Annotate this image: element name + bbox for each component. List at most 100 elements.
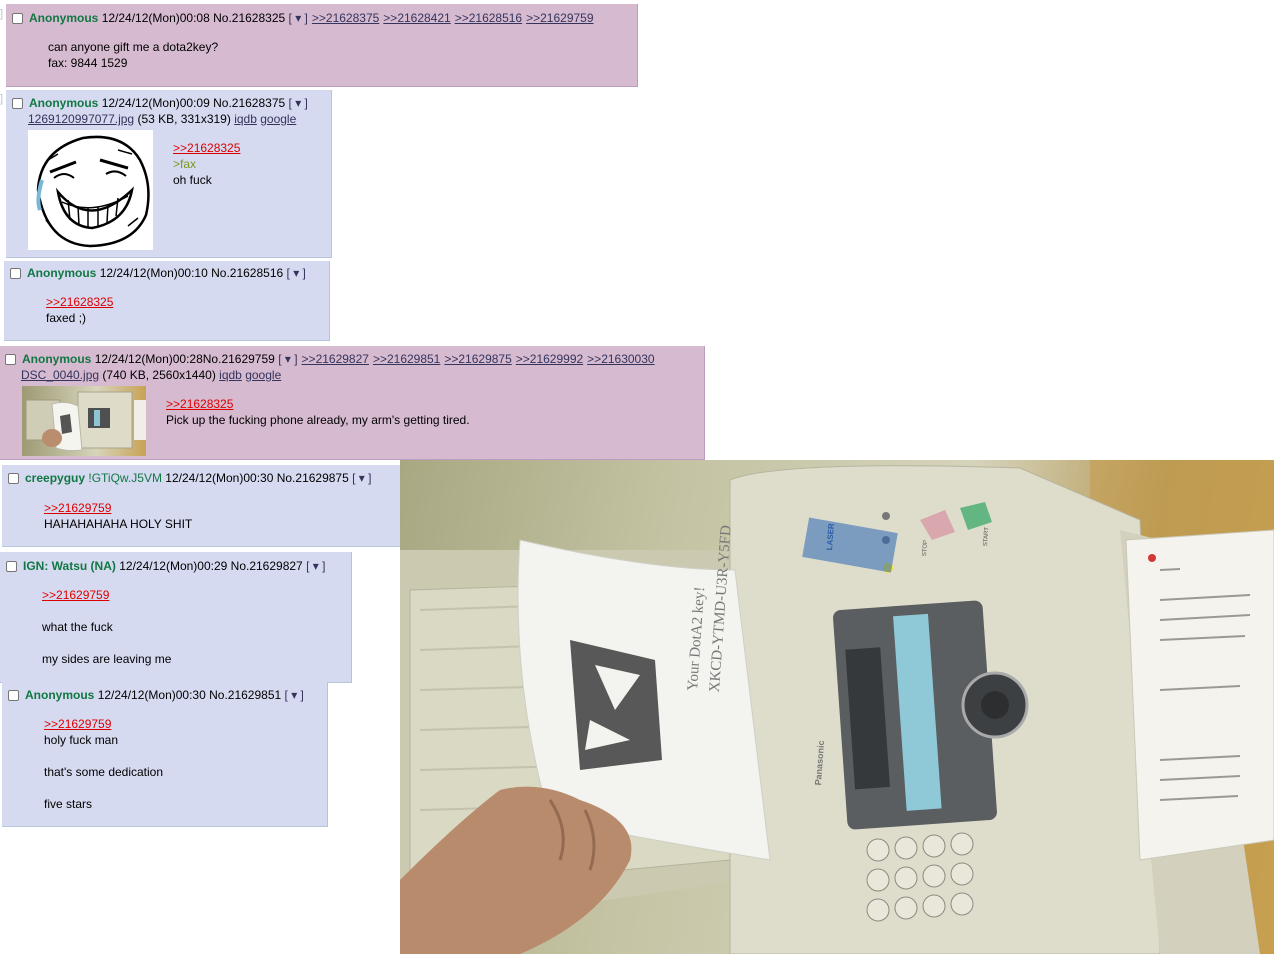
post-number[interactable]: No.21628516 [211, 266, 283, 280]
backlink[interactable]: >>21629875 [444, 352, 511, 366]
backlink[interactable]: >>21628516 [455, 11, 522, 25]
post-message: >>21629759 holy fuck man that's some ded… [44, 716, 163, 812]
file-info: 1269120997077.jpg (53 KB, 331x319) iqdb … [28, 111, 296, 127]
post-number[interactable]: No.21628375 [213, 96, 285, 110]
post-message: >>21628325 >fax oh fuck [173, 140, 240, 188]
post-menu-button[interactable]: [ ▾ ] [289, 96, 308, 110]
post-number[interactable]: No.21629827 [231, 559, 303, 573]
post-number[interactable]: No.21629875 [277, 471, 349, 485]
post-message: >>21628325 Pick up the fucking phone alr… [166, 396, 470, 428]
post-21628375: Anonymous 12/24/12(Mon)00:09 No.21628375… [6, 90, 332, 258]
poster-tripcode: !GTiQw.J5VM [88, 471, 162, 485]
post-number[interactable]: No.21629851 [209, 688, 281, 702]
post-datetime: 12/24/12(Mon)00:09 [101, 96, 210, 110]
poster-name: Anonymous [29, 96, 99, 110]
file-meta: (53 KB, 331x319) [137, 112, 231, 126]
quote-link[interactable]: >>21628325 [166, 397, 233, 411]
post-menu-button[interactable]: [ ▾ ] [306, 559, 325, 573]
post-datetime: 12/24/12(Mon)00:08 [101, 11, 210, 25]
post-select-checkbox[interactable] [6, 561, 17, 572]
poster-name: Anonymous [22, 352, 92, 366]
post-select-checkbox[interactable] [8, 473, 19, 484]
message-line: can anyone gift me a dota2key? [48, 40, 219, 54]
message-line: HAHAHAHAHA HOLY SHIT [44, 517, 193, 531]
backlink[interactable]: >>21630030 [587, 352, 654, 366]
post-menu-button[interactable]: [ ▾ ] [352, 471, 371, 485]
iqdb-link[interactable]: iqdb [234, 112, 257, 126]
file-link[interactable]: DSC_0040.jpg [21, 368, 99, 382]
message-line: my sides are leaving me [42, 652, 172, 666]
post-message: >>21629759 what the fuck my sides are le… [42, 587, 171, 667]
file-meta: (740 KB, 2560x1440) [102, 368, 216, 382]
post-message: can anyone gift me a dota2key? fax: 9844… [48, 39, 218, 71]
file-info: DSC_0040.jpg (740 KB, 2560x1440) iqdb go… [21, 367, 281, 383]
post-21629759: Anonymous 12/24/12(Mon)00:28No.21629759 … [0, 346, 705, 460]
quote-link[interactable]: >>21629759 [42, 588, 109, 602]
poster-name: Anonymous [27, 266, 97, 280]
quote-link[interactable]: >>21629759 [44, 501, 111, 515]
fax-laser-label: LASER [825, 522, 836, 551]
post-number[interactable]: No.21629759 [203, 352, 275, 366]
message-line: oh fuck [173, 173, 212, 187]
greentext-line: >fax [173, 157, 197, 171]
quote-link[interactable]: >>21629759 [44, 717, 111, 731]
backlink[interactable]: >>21628375 [312, 11, 379, 25]
backlink[interactable]: >>21629992 [516, 352, 583, 366]
backlink[interactable]: >>21629759 [526, 11, 593, 25]
fax-stop-label: STOP [922, 539, 930, 557]
fax-machine-photo[interactable]: Your DotA2 key! XKCD-YTMD-U3R-Y5FD Panas… [400, 460, 1274, 954]
message-line: Pick up the fucking phone already, my ar… [166, 413, 470, 427]
message-line: that's some dedication [44, 765, 164, 779]
post-datetime: 12/24/12(Mon)00:30 [165, 471, 274, 485]
google-link[interactable]: google [245, 368, 281, 382]
post-datetime: 12/24/12(Mon)00:29 [119, 559, 228, 573]
message-line: what the fuck [42, 620, 113, 634]
poster-name: Anonymous [25, 688, 95, 702]
post-header: Anonymous 12/24/12(Mon)00:30 No.21629851… [8, 687, 304, 703]
post-menu-button[interactable]: [ ▾ ] [278, 352, 297, 366]
backlink[interactable]: >>21629851 [373, 352, 440, 366]
backlink[interactable]: >>21628421 [383, 11, 450, 25]
post-datetime: 12/24/12(Mon)00:30 [97, 688, 206, 702]
post-21629875: creepyguy !GTiQw.J5VM 12/24/12(Mon)00:30… [2, 465, 404, 547]
iqdb-link[interactable]: iqdb [219, 368, 242, 382]
rage-face-grin-icon[interactable] [28, 130, 153, 250]
post-number[interactable]: No.21628325 [213, 11, 285, 25]
post-select-checkbox[interactable] [8, 690, 19, 701]
message-line: fax: 9844 1529 [48, 56, 128, 70]
file-link[interactable]: 1269120997077.jpg [28, 112, 134, 126]
post-select-checkbox[interactable] [10, 268, 21, 279]
fax-machine-photo-thumb[interactable] [22, 386, 146, 456]
post-header: Anonymous 12/24/12(Mon)00:10 No.21628516… [10, 265, 306, 281]
backlink[interactable]: >>21629827 [302, 352, 369, 366]
post-select-checkbox[interactable] [5, 354, 16, 365]
post-header: creepyguy !GTiQw.J5VM 12/24/12(Mon)00:30… [8, 470, 372, 486]
post-header: Anonymous 12/24/12(Mon)00:08 No.21628325… [12, 10, 594, 26]
post-menu-button[interactable]: [ ▾ ] [285, 688, 304, 702]
google-link[interactable]: google [260, 112, 296, 126]
post-21628516: Anonymous 12/24/12(Mon)00:10 No.21628516… [4, 261, 330, 341]
poster-name: creepyguy [25, 471, 86, 485]
post-header: Anonymous 12/24/12(Mon)00:28No.21629759 … [5, 351, 655, 367]
post-datetime: 12/24/12(Mon)00:10 [99, 266, 208, 280]
post-header: IGN: Watsu (NA) 12/24/12(Mon)00:29 No.21… [6, 558, 325, 574]
quote-link[interactable]: >>21628325 [173, 141, 240, 155]
post-select-checkbox[interactable] [12, 98, 23, 109]
post-message: >>21628325 faxed ;) [46, 294, 113, 326]
post-message: >>21629759 HAHAHAHAHA HOLY SHIT [44, 500, 192, 532]
post-menu-button[interactable]: [ ▾ ] [289, 11, 308, 25]
message-line: faxed ;) [46, 311, 87, 325]
post-header: Anonymous 12/24/12(Mon)00:09 No.21628375… [12, 95, 308, 111]
side-arrow: ] [0, 8, 4, 20]
message-line: holy fuck man [44, 733, 119, 747]
poster-name: Anonymous [29, 11, 99, 25]
side-arrow: ] [0, 93, 4, 105]
post-select-checkbox[interactable] [12, 13, 23, 24]
post-21629827: IGN: Watsu (NA) 12/24/12(Mon)00:29 No.21… [0, 552, 352, 683]
post-menu-button[interactable]: [ ▾ ] [287, 266, 306, 280]
quote-link[interactable]: >>21628325 [46, 295, 113, 309]
poster-name: IGN: Watsu (NA) [23, 559, 116, 573]
post-datetime: 12/24/12(Mon)00:28 [94, 352, 203, 366]
message-line: five stars [44, 797, 93, 811]
post-21628325: Anonymous 12/24/12(Mon)00:08 No.21628325… [6, 4, 638, 87]
